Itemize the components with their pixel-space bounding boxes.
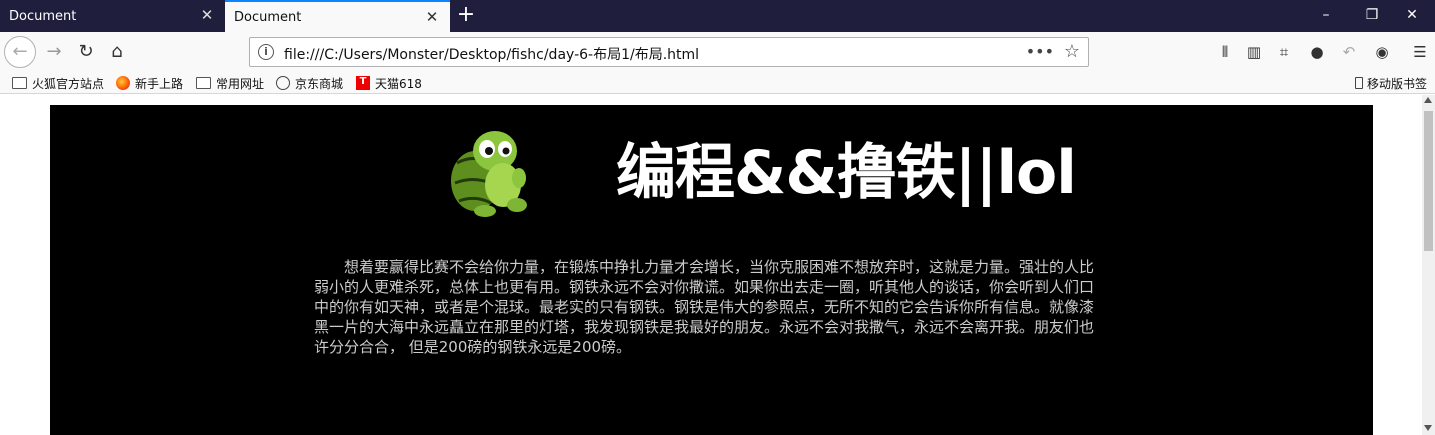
- folder-icon: [12, 77, 27, 89]
- vertical-scrollbar[interactable]: [1422, 95, 1435, 435]
- bookmark-label: 天猫618: [375, 76, 422, 91]
- close-tab-icon[interactable]: ✕: [199, 7, 215, 23]
- globe-icon: [276, 76, 290, 90]
- folder-icon: [196, 77, 211, 89]
- bookmark-label: 移动版书签: [1367, 76, 1428, 91]
- close-window-icon[interactable]: ✕: [1389, 0, 1435, 32]
- firefox-icon: [116, 76, 130, 90]
- tab-title: Document: [234, 9, 302, 25]
- bookmarks-toolbar: 火狐官方站点 新手上路 常用网址 京东商城 T 天猫618 移动版书签: [0, 72, 1435, 94]
- tab-document-1[interactable]: Document ✕: [0, 0, 225, 32]
- scroll-up-icon[interactable]: [1424, 97, 1432, 103]
- new-tab-icon[interactable]: +: [452, 0, 480, 32]
- url-bar[interactable]: i file:///C:/Users/Monster/Desktop/fishc…: [249, 37, 1089, 67]
- close-tab-icon[interactable]: ✕: [424, 9, 440, 25]
- account-icon[interactable]: ◉: [1370, 40, 1394, 64]
- url-text[interactable]: file:///C:/Users/Monster/Desktop/fishc/d…: [284, 44, 699, 64]
- bookmark-item[interactable]: 常用网址: [196, 74, 264, 92]
- page-headline: 编程&&撸铁||lol: [616, 138, 1077, 208]
- page-viewport: 编程&&撸铁||lol 想着要赢得比赛不会给你力量，在锻炼中挣扎力量才会增长，当…: [0, 95, 1422, 435]
- bookmark-label: 新手上路: [135, 76, 184, 91]
- forward-icon[interactable]: →: [38, 36, 70, 68]
- title-bar: Document ✕ Document ✕ + – ❐ ✕: [0, 0, 1435, 32]
- page-paragraph: 想着要赢得比赛不会给你力量，在锻炼中挣扎力量才会增长，当你克服困难不想放弃时，这…: [314, 258, 1095, 356]
- tmall-icon: T: [356, 76, 370, 90]
- tab-title: Document: [9, 8, 77, 24]
- scroll-down-icon[interactable]: [1424, 425, 1432, 431]
- back-icon[interactable]: ←: [4, 36, 36, 68]
- undo-icon[interactable]: ↶: [1337, 40, 1361, 64]
- content-block: 编程&&撸铁||lol 想着要赢得比赛不会给你力量，在锻炼中挣扎力量才会增长，当…: [50, 105, 1373, 435]
- mobile-icon: [1355, 77, 1363, 89]
- scroll-thumb[interactable]: [1424, 111, 1433, 251]
- sidebar-icon[interactable]: ▥: [1242, 40, 1266, 64]
- chat-icon[interactable]: ●: [1305, 40, 1329, 64]
- home-icon[interactable]: ⌂: [101, 36, 133, 68]
- menu-icon[interactable]: ☰: [1408, 40, 1432, 64]
- bookmark-label: 火狐官方站点: [32, 76, 105, 91]
- bookmark-star-icon[interactable]: ☆: [1064, 41, 1080, 62]
- bookmark-item[interactable]: T 天猫618: [356, 74, 422, 92]
- reload-icon[interactable]: ↻: [70, 36, 102, 68]
- page-actions-icon[interactable]: •••: [1026, 42, 1054, 61]
- screenshot-icon[interactable]: ⌗: [1272, 40, 1296, 64]
- bookmark-item[interactable]: 京东商城: [276, 74, 343, 92]
- site-info-icon[interactable]: i: [258, 44, 274, 60]
- bookmark-label: 常用网址: [216, 76, 265, 91]
- library-icon[interactable]: ⫴: [1213, 40, 1237, 64]
- mobile-bookmarks[interactable]: 移动版书签: [1355, 74, 1427, 92]
- navigation-toolbar: ← → ↻ ⌂ i file:///C:/Users/Monster/Deskt…: [0, 32, 1435, 72]
- bookmark-item[interactable]: 新手上路: [116, 74, 183, 92]
- tab-document-2[interactable]: Document ✕: [225, 0, 450, 32]
- minimize-icon[interactable]: –: [1303, 0, 1349, 32]
- bookmark-item[interactable]: 火狐官方站点: [12, 74, 104, 92]
- turtle-logo-icon: [451, 131, 527, 217]
- bookmark-label: 京东商城: [295, 76, 344, 91]
